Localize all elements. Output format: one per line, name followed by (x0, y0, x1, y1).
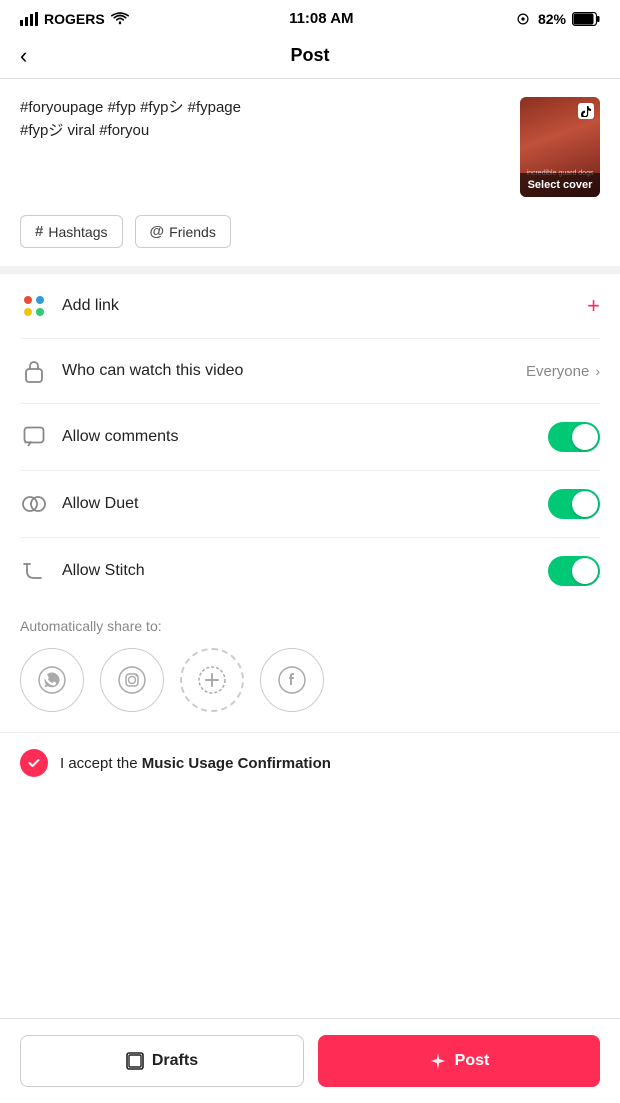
screen-rotation-icon (514, 12, 532, 26)
post-button[interactable]: Post (318, 1035, 600, 1087)
music-acceptance-row[interactable]: I accept the Music Usage Confirmation (0, 732, 620, 793)
allow-comments-row: Allow comments (20, 404, 600, 471)
who-can-watch-value: Everyone (526, 363, 589, 380)
share-icons-row (20, 648, 600, 712)
instagram-share-button[interactable] (100, 648, 164, 712)
select-cover-button[interactable]: Select cover (520, 173, 600, 197)
add-link-label: Add link (62, 297, 573, 315)
hashtag-icon: # (35, 223, 43, 240)
allow-comments-label: Allow comments (62, 428, 534, 446)
allow-comments-toggle[interactable] (548, 422, 600, 452)
friends-button[interactable]: @ Friends (135, 215, 231, 248)
who-can-watch-row[interactable]: Who can watch this video Everyone › (20, 339, 600, 404)
who-can-watch-label: Who can watch this video (62, 362, 512, 380)
whatsapp-share-button[interactable] (20, 648, 84, 712)
settings-section: Add link + Who can watch this video Ever… (0, 274, 620, 604)
add-link-row[interactable]: Add link + (20, 274, 600, 339)
comment-icon (20, 423, 48, 451)
stitch-icon (20, 557, 48, 585)
add-link-plus: + (587, 293, 600, 319)
status-carrier: ROGERS (20, 11, 129, 27)
lock-icon (20, 357, 48, 385)
status-time: 11:08 AM (289, 10, 353, 27)
drafts-icon (126, 1052, 144, 1070)
bottom-buttons: Drafts Post (0, 1018, 620, 1103)
status-bar: ROGERS 11:08 AM 82% (0, 0, 620, 33)
share-section: Automatically share to: (0, 604, 620, 732)
plus-icon: + (587, 293, 600, 319)
allow-stitch-toggle-container (548, 556, 600, 586)
allow-duet-label: Allow Duet (62, 495, 534, 513)
at-icon: @ (150, 223, 165, 240)
post-sparkle-icon (429, 1052, 447, 1070)
caption-area: #foryoupage #fyp #fypシ #fypage#fypジ vira… (0, 79, 620, 215)
who-can-watch-value-row: Everyone › (526, 363, 600, 380)
tiktok-logo (578, 103, 594, 119)
allow-stitch-label: Allow Stitch (62, 562, 534, 580)
tag-buttons-row: # Hashtags @ Friends (0, 215, 620, 266)
back-button[interactable]: ‹ (20, 43, 27, 69)
share-label: Automatically share to: (20, 618, 600, 634)
accept-check-icon (20, 749, 48, 777)
allow-duet-toggle[interactable] (548, 489, 600, 519)
add-link-icon (20, 292, 48, 320)
music-acceptance-text: I accept the Music Usage Confirmation (60, 755, 331, 772)
drafts-button[interactable]: Drafts (20, 1035, 304, 1087)
page-title: Post (290, 45, 329, 66)
chevron-right-icon: › (595, 363, 600, 379)
status-battery: 82% (514, 11, 600, 27)
tiktok-now-share-button[interactable] (180, 648, 244, 712)
allow-stitch-row: Allow Stitch (20, 538, 600, 604)
allow-comments-toggle-container (548, 422, 600, 452)
allow-stitch-toggle[interactable] (548, 556, 600, 586)
video-thumbnail[interactable]: incredible guard dogs Select cover (520, 97, 600, 197)
wifi-icon (111, 12, 129, 26)
signal-icon (20, 12, 38, 26)
duet-icon (20, 490, 48, 518)
allow-duet-toggle-container (548, 489, 600, 519)
page-header: ‹ Post (0, 33, 620, 79)
caption-text[interactable]: #foryoupage #fyp #fypシ #fypage#fypジ vira… (20, 97, 506, 142)
facebook-share-button[interactable] (260, 648, 324, 712)
section-divider (0, 266, 620, 274)
battery-icon (572, 12, 600, 26)
allow-duet-row: Allow Duet (20, 471, 600, 538)
hashtags-button[interactable]: # Hashtags (20, 215, 123, 248)
